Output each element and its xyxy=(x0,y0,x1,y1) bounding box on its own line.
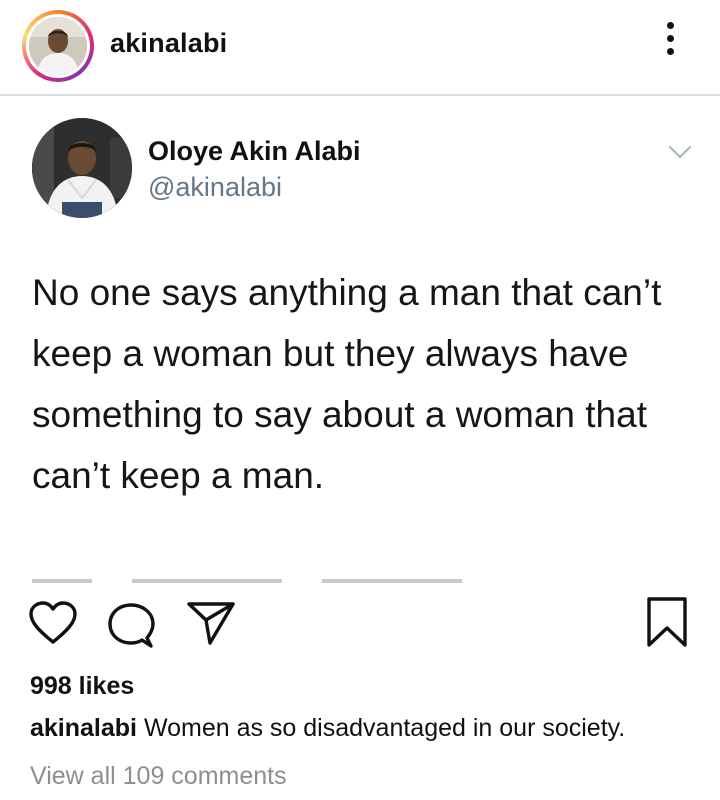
profile-photo xyxy=(29,17,87,75)
tweet-text: No one says anything a man that can’t ke… xyxy=(32,272,662,496)
paper-plane-icon[interactable] xyxy=(186,600,236,646)
post-header: akinalabi xyxy=(0,0,720,96)
view-comments-link[interactable]: View all 109 comments xyxy=(30,762,287,791)
more-vertical-icon[interactable] xyxy=(658,22,682,66)
bookmark-icon[interactable] xyxy=(646,596,688,648)
caption-username[interactable]: akinalabi xyxy=(30,714,137,742)
post-username[interactable]: akinalabi xyxy=(110,28,227,59)
cropped-tweet-meta xyxy=(32,572,472,583)
heart-icon[interactable] xyxy=(28,600,78,646)
likes-count[interactable]: 998 likes xyxy=(30,672,134,701)
comment-icon[interactable] xyxy=(107,602,155,650)
post-caption: akinalabi Women as so disadvantaged in o… xyxy=(30,714,625,743)
caption-text: Women as so disadvantaged in our society… xyxy=(143,714,626,742)
tweet-handle: @akinalabi xyxy=(148,172,282,202)
chevron-down-icon xyxy=(666,142,694,162)
tweet-avatar xyxy=(32,118,132,218)
tweet-display-name: Oloye Akin Alabi xyxy=(148,136,361,166)
profile-avatar[interactable] xyxy=(22,10,94,82)
